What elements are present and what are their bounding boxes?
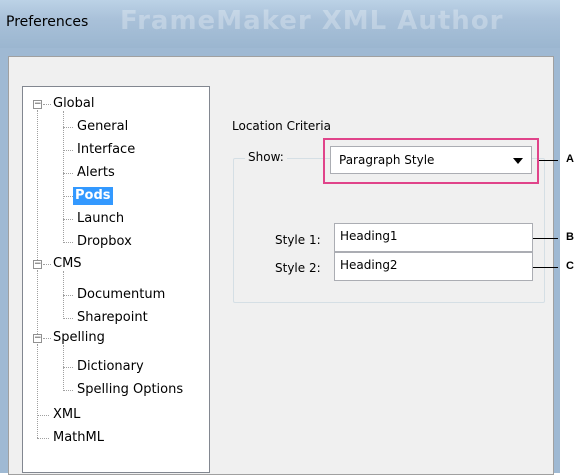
tree-item-label: Documentum	[77, 287, 166, 302]
callout-a-line	[539, 160, 558, 161]
collapse-spelling-icon[interactable]: −	[33, 334, 42, 343]
callout-c-line	[533, 267, 558, 268]
tree-item-label: Global	[53, 96, 95, 111]
tree-item-label: General	[77, 119, 129, 134]
style2-input-value: Heading2	[340, 258, 398, 272]
tree-item-label: Sharepoint	[77, 310, 148, 325]
preferences-tree[interactable]: − Global General Interface Alerts Pods L…	[22, 86, 210, 473]
show-label: Show:	[245, 150, 287, 164]
style2-input[interactable]: Heading2	[334, 252, 533, 281]
tree-item-label: Spelling	[53, 330, 105, 345]
style1-label: Style 1:	[275, 233, 321, 247]
show-dropdown[interactable]: Paragraph Style	[330, 146, 532, 174]
style1-input[interactable]: Heading1	[334, 223, 533, 252]
background-window-title: FrameMaker XML Author	[120, 6, 504, 36]
tree-item-label: Alerts	[77, 165, 115, 180]
collapse-cms-icon[interactable]: −	[33, 260, 42, 269]
style1-input-value: Heading1	[340, 229, 398, 243]
window-title: Preferences	[6, 14, 89, 30]
callout-b: B	[566, 231, 574, 243]
tree-item-label: CMS	[53, 256, 82, 271]
callout-a: A	[566, 153, 574, 165]
tree-item-label: Pods	[73, 187, 113, 205]
callout-c: C	[566, 260, 574, 272]
tree-item-label: Launch	[77, 211, 125, 226]
chevron-down-icon[interactable]	[513, 158, 523, 164]
callout-b-line	[533, 238, 558, 239]
tree-item-label: MathML	[53, 430, 104, 445]
tree-item-label: Interface	[77, 142, 136, 157]
tree-item-label: Dictionary	[77, 359, 144, 374]
tree-item-label: Spelling Options	[77, 382, 184, 397]
tree-item-label: Dropbox	[77, 234, 132, 249]
location-criteria-label: Location Criteria	[232, 119, 331, 133]
style2-label: Style 2:	[275, 261, 321, 275]
tree-item-label: XML	[53, 407, 81, 422]
collapse-global-icon[interactable]: −	[33, 100, 42, 109]
show-dropdown-value: Paragraph Style	[339, 153, 435, 167]
title-bar: FrameMaker XML Author Preferences	[0, 0, 560, 49]
